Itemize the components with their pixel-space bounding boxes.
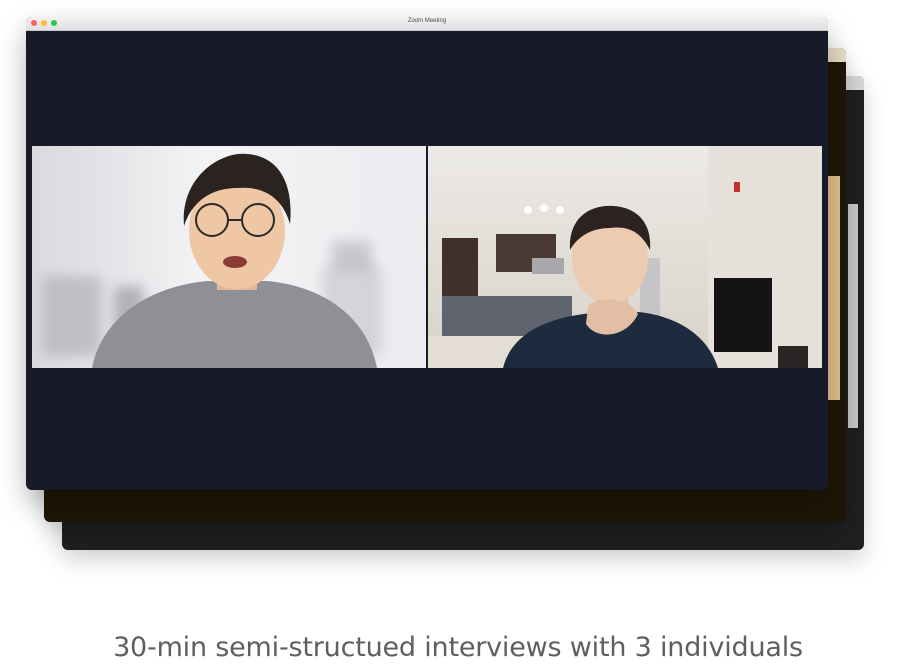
television <box>714 278 772 352</box>
background-window-second-video-edge <box>828 176 840 400</box>
zoom-meeting-window: Zoom Meeting <box>26 17 828 490</box>
participant-video-left-frame <box>32 146 426 368</box>
window-titlebar: Zoom Meeting <box>26 17 828 31</box>
window-title: Zoom Meeting <box>407 18 447 24</box>
caption: 30-min semi-structued interviews with 3 … <box>113 632 803 663</box>
stage: Zoom Meeting 30-min semi-structued inter… <box>0 0 916 672</box>
participant-video-left[interactable] <box>32 146 426 368</box>
background-window-third-video-edge <box>848 204 858 428</box>
participant-video-right[interactable] <box>428 146 822 368</box>
participant-video-right-frame <box>428 146 822 368</box>
